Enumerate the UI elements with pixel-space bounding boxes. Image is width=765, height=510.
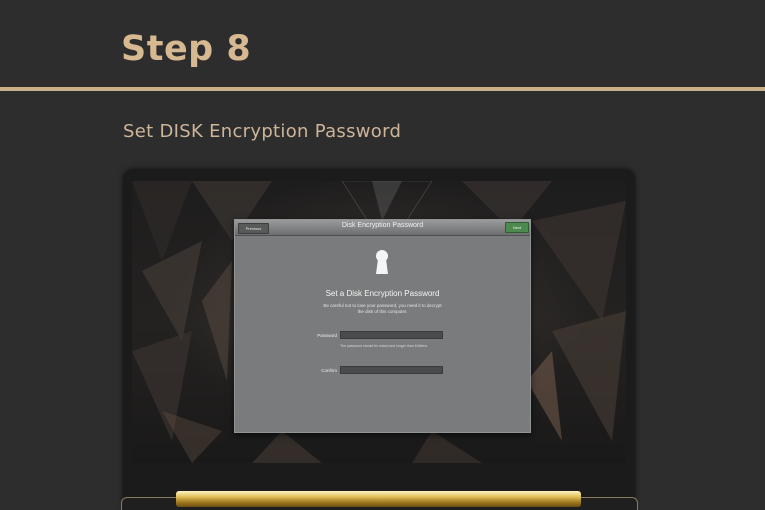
- disk-encryption-dialog: Disk Encryption Password Previous Set a …: [234, 219, 531, 433]
- dialog-titlebar: Disk Encryption Password Previous: [235, 220, 530, 236]
- dialog-heading: Set a Disk Encryption Password: [325, 289, 440, 298]
- keyhole-lock-icon: [376, 250, 388, 274]
- next-button[interactable]: Next: [505, 222, 529, 233]
- confirm-password-field[interactable]: [340, 366, 443, 374]
- password-hint: The password should be mixed and longer …: [340, 344, 428, 348]
- step-subtitle: Set DISK Encryption Password: [123, 121, 402, 142]
- step-title: Step 8: [121, 29, 252, 69]
- previous-button[interactable]: Previous: [238, 223, 269, 234]
- dialog-title: Disk Encryption Password: [341, 222, 424, 229]
- divider: [0, 87, 765, 91]
- tutorial-page: Step 8 Set DISK Encryption Password Disk…: [0, 0, 765, 510]
- password-label: Password: [317, 333, 337, 338]
- confirm-label: Confirm: [321, 368, 337, 373]
- password-field[interactable]: [340, 331, 443, 339]
- dialog-description: Be careful not to lose your password, yo…: [323, 303, 442, 314]
- laptop-hinge: [176, 491, 581, 507]
